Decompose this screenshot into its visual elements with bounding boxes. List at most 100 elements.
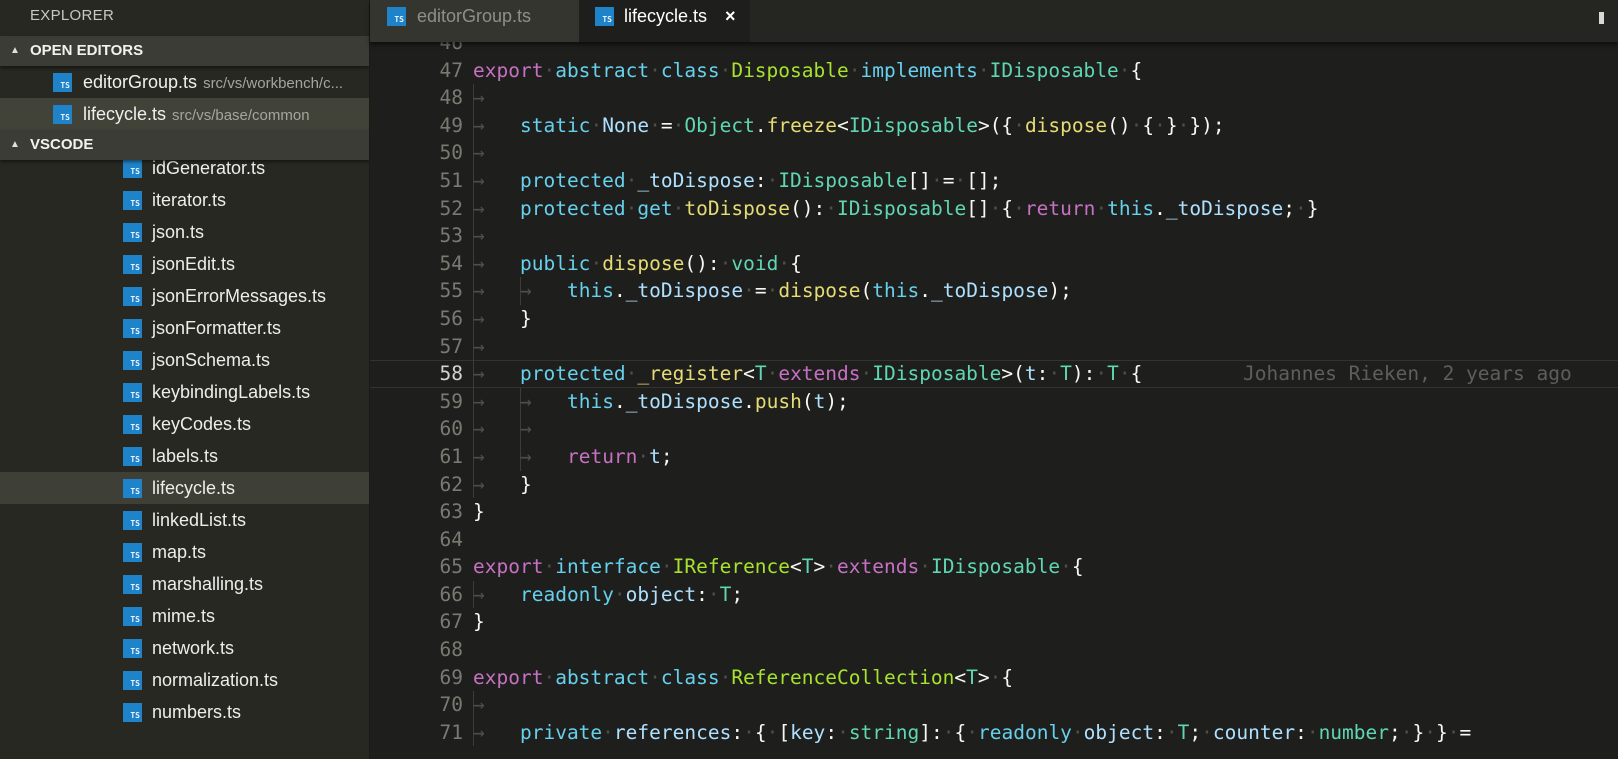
code-line[interactable]: 62 → }	[370, 470, 1618, 499]
code-text: }	[473, 500, 485, 524]
typescript-file-icon: TS	[123, 703, 142, 722]
code-line[interactable]: 71 → private·references:·{·[key:·string]:…	[370, 718, 1618, 747]
file-item[interactable]: TS numbers.ts	[0, 696, 369, 728]
code-line[interactable]: 57 →	[370, 332, 1618, 361]
code-text: →	[473, 224, 485, 248]
line-number: 57	[439, 334, 463, 358]
file-item[interactable]: TS linkedList.ts	[0, 504, 369, 536]
file-item[interactable]: TS jsonErrorMessages.ts	[0, 280, 369, 312]
line-number: 63	[439, 500, 463, 524]
code-text: → }	[473, 306, 532, 330]
file-name: jsonEdit.ts	[152, 254, 236, 274]
open-editor-item-lifecycle[interactable]: TS lifecycle.ts src/vs/base/common	[0, 98, 369, 130]
code-text: → → return·t;	[473, 444, 673, 468]
typescript-file-icon: TS	[53, 105, 72, 124]
code-text: → readonly·object:·T;	[473, 582, 744, 606]
open-editor-name: lifecycle.ts	[83, 104, 167, 124]
file-name: numbers.ts	[152, 702, 242, 722]
file-item[interactable]: TS mime.ts	[0, 600, 369, 632]
line-number: 61	[439, 444, 463, 468]
line-number: 70	[439, 693, 463, 717]
code-line[interactable]: 52 → protected·get·toDispose():·IDisposab…	[370, 194, 1618, 223]
code-text: → protected·_toDispose:·IDisposable[]·=·…	[473, 168, 1002, 192]
code-text: →	[473, 334, 485, 358]
open-editor-name: editorGroup.ts	[83, 72, 198, 92]
open-editors-label: OPEN EDITORS	[30, 42, 144, 59]
file-item[interactable]: TS keyCodes.ts	[0, 408, 369, 440]
line-number: 54	[439, 251, 463, 275]
close-icon[interactable]: ×	[725, 0, 736, 32]
line-number: 49	[439, 113, 463, 137]
code-line[interactable]: 70 →	[370, 691, 1618, 719]
tab-editorgroup[interactable]: TS editorGroup.ts	[370, 0, 579, 42]
code-line[interactable]: 53 →	[370, 222, 1618, 250]
code-line[interactable]: 69 export·abstract·class·ReferenceCollect…	[370, 664, 1618, 692]
tab-lifecycle[interactable]: TS lifecycle.ts ×	[579, 0, 750, 42]
line-number: 66	[439, 582, 463, 606]
code-text: →	[473, 141, 485, 165]
typescript-file-icon: TS	[123, 255, 142, 274]
file-item[interactable]: TS jsonFormatter.ts	[0, 312, 369, 344]
file-name: jsonFormatter.ts	[152, 318, 282, 338]
code-text: → protected·_register<T·extends·IDisposa…	[473, 362, 1143, 386]
code-line[interactable]: 54 → public·dispose():·void·{	[370, 249, 1618, 278]
workspace-header[interactable]: ▲ VSCODE	[0, 130, 369, 160]
typescript-file-icon: TS	[123, 575, 142, 594]
file-name: lifecycle.ts	[152, 478, 236, 498]
code-line[interactable]: 65 export·interface·IReference<T>·extends…	[370, 553, 1618, 581]
file-item[interactable]: TS json.ts	[0, 216, 369, 248]
code-line[interactable]: 61 → → return·t;	[370, 442, 1618, 471]
explorer-sidebar: EXPLORER ▲ OPEN EDITORS TS editorGroup.t…	[0, 0, 370, 759]
file-item[interactable]: TS normalization.ts	[0, 664, 369, 696]
typescript-file-icon: TS	[123, 447, 142, 466]
code-line[interactable]: 66 → readonly·object:·T;	[370, 580, 1618, 609]
open-editors-header[interactable]: ▲ OPEN EDITORS	[0, 36, 369, 66]
file-item[interactable]: TS keybindingLabels.ts	[0, 376, 369, 408]
code-text: → → this._toDispose·=·dispose(this._toDi…	[473, 279, 1072, 303]
file-name: linkedList.ts	[152, 510, 247, 530]
code-editor[interactable]: 46 47 export·abstract·class·Disposable·imp…	[370, 42, 1618, 759]
code-line[interactable]: 56 → }	[370, 304, 1618, 333]
file-item[interactable]: TS jsonEdit.ts	[0, 248, 369, 280]
code-line[interactable]: 58 → protected·_register<T·extends·IDispo…	[370, 360, 1618, 388]
typescript-file-icon: TS	[123, 287, 142, 306]
explorer-title: EXPLORER	[30, 7, 115, 24]
code-line[interactable]: 48 →	[370, 84, 1618, 112]
open-editor-item-editorgroup[interactable]: TS editorGroup.ts src/vs/workbench/c...	[0, 66, 369, 98]
file-item[interactable]: TS labels.ts	[0, 440, 369, 472]
file-item[interactable]: TS marshalling.ts	[0, 568, 369, 600]
file-item[interactable]: TS lifecycle.ts	[0, 472, 369, 504]
line-number: 48	[439, 86, 463, 110]
typescript-file-icon: TS	[123, 671, 142, 690]
file-name: marshalling.ts	[152, 574, 264, 594]
file-item[interactable]: TS map.ts	[0, 536, 369, 568]
code-line[interactable]: 50 →	[370, 139, 1618, 167]
file-name: jsonErrorMessages.ts	[152, 286, 327, 306]
file-name: keybindingLabels.ts	[152, 382, 311, 402]
code-line[interactable]: 47 export·abstract·class·Disposable·imple…	[370, 57, 1618, 85]
editor-actions-icon[interactable]	[1599, 12, 1604, 24]
code-line[interactable]: 49 → static·None·=·Object.freeze<IDisposa…	[370, 111, 1618, 140]
file-item[interactable]: TS network.ts	[0, 632, 369, 664]
code-line[interactable]: 63}	[370, 498, 1618, 526]
typescript-file-icon: TS	[387, 7, 406, 26]
tab-label: lifecycle.ts	[624, 6, 708, 26]
code-line[interactable]: 55 → → this._toDispose·=·dispose(this._to…	[370, 277, 1618, 305]
line-number: 50	[439, 141, 463, 165]
code-line[interactable]: 51 → protected·_toDispose:·IDisposable[]·…	[370, 166, 1618, 195]
open-editor-path: src/vs/workbench/c...	[203, 75, 344, 92]
file-item[interactable]: TS iterator.ts	[0, 184, 369, 216]
typescript-file-icon: TS	[123, 351, 142, 370]
code-line[interactable]: 64	[370, 526, 1618, 554]
file-item[interactable]: TS jsonSchema.ts	[0, 344, 369, 376]
code-lines: 46 47 export·abstract·class·Disposable·imp…	[370, 42, 1618, 747]
code-line[interactable]: 60 → →	[370, 415, 1618, 443]
code-line[interactable]: 67}	[370, 608, 1618, 636]
code-text: export·abstract·class·Disposable·impleme…	[473, 58, 1143, 82]
line-number: 58	[439, 362, 463, 386]
code-line[interactable]: 68	[370, 636, 1618, 664]
typescript-file-icon: TS	[123, 479, 142, 498]
file-name: keyCodes.ts	[152, 414, 252, 434]
code-line[interactable]: 46	[370, 42, 1618, 57]
code-line[interactable]: 59 → → this._toDispose.push(t);	[370, 387, 1618, 416]
